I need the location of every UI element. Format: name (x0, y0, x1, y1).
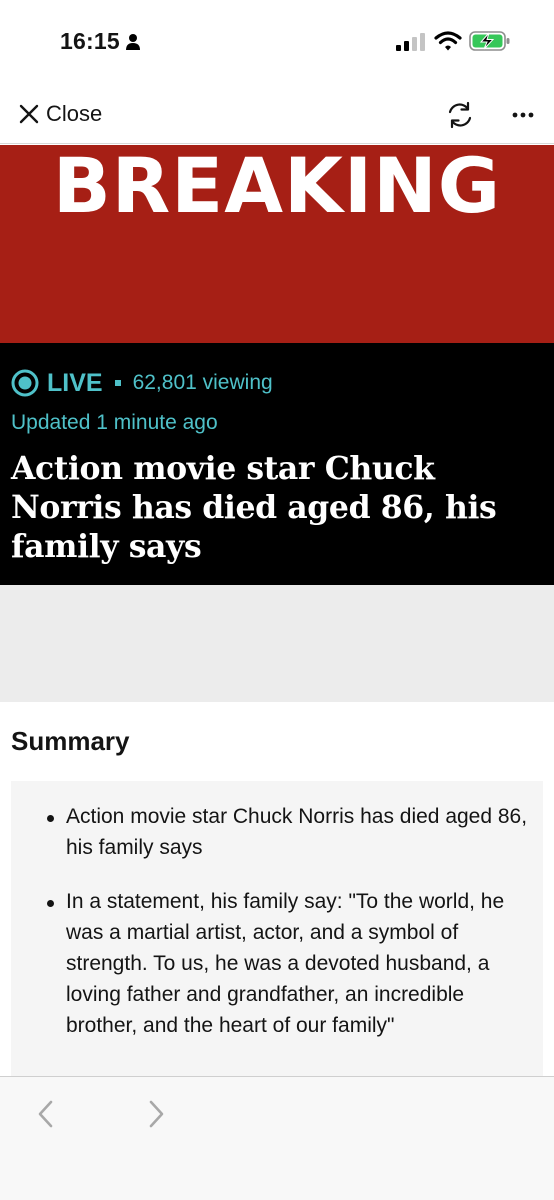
close-button[interactable]: Close (18, 98, 102, 130)
more-icon[interactable] (508, 99, 540, 131)
live-status-row: LIVE 62,801 viewing (11, 367, 273, 399)
summary-item: In a statement, his family say: "To the … (11, 886, 543, 1041)
separator-dot (114, 380, 121, 386)
person-icon (126, 34, 140, 50)
live-header: LIVE 62,801 viewing Updated 1 minute ago… (0, 343, 554, 585)
status-time: 16:15 (60, 28, 120, 54)
bottom-toolbar (0, 1076, 554, 1200)
close-label: Close (46, 101, 103, 126)
summary-title: Summary (11, 726, 130, 756)
breaking-banner: BREAKING (0, 145, 554, 343)
media-placeholder (0, 585, 554, 702)
wifi-icon (434, 31, 462, 51)
summary-box: Action movie star Chuck Norris has died … (11, 781, 543, 1081)
breaking-text: BREAKING (52, 145, 502, 230)
page-title: Action movie star Chuck Norris has died … (11, 450, 497, 565)
live-label: LIVE (47, 368, 103, 397)
status-bar: 16:15 (0, 0, 554, 84)
forward-chevron-icon[interactable] (140, 1097, 172, 1131)
updated-timestamp: Updated 1 minute ago (11, 411, 218, 434)
battery-charging-icon (469, 31, 510, 51)
refresh-icon[interactable] (444, 99, 476, 131)
signal-icon (396, 33, 425, 51)
live-icon (11, 369, 39, 397)
close-icon (19, 104, 39, 124)
nav-bar: Close (0, 84, 554, 144)
summary-item: Action movie star Chuck Norris has died … (11, 801, 543, 863)
back-chevron-icon[interactable] (30, 1097, 62, 1131)
summary-list: Action movie star Chuck Norris has died … (11, 801, 543, 1064)
viewer-count: 62,801 viewing (132, 371, 273, 394)
